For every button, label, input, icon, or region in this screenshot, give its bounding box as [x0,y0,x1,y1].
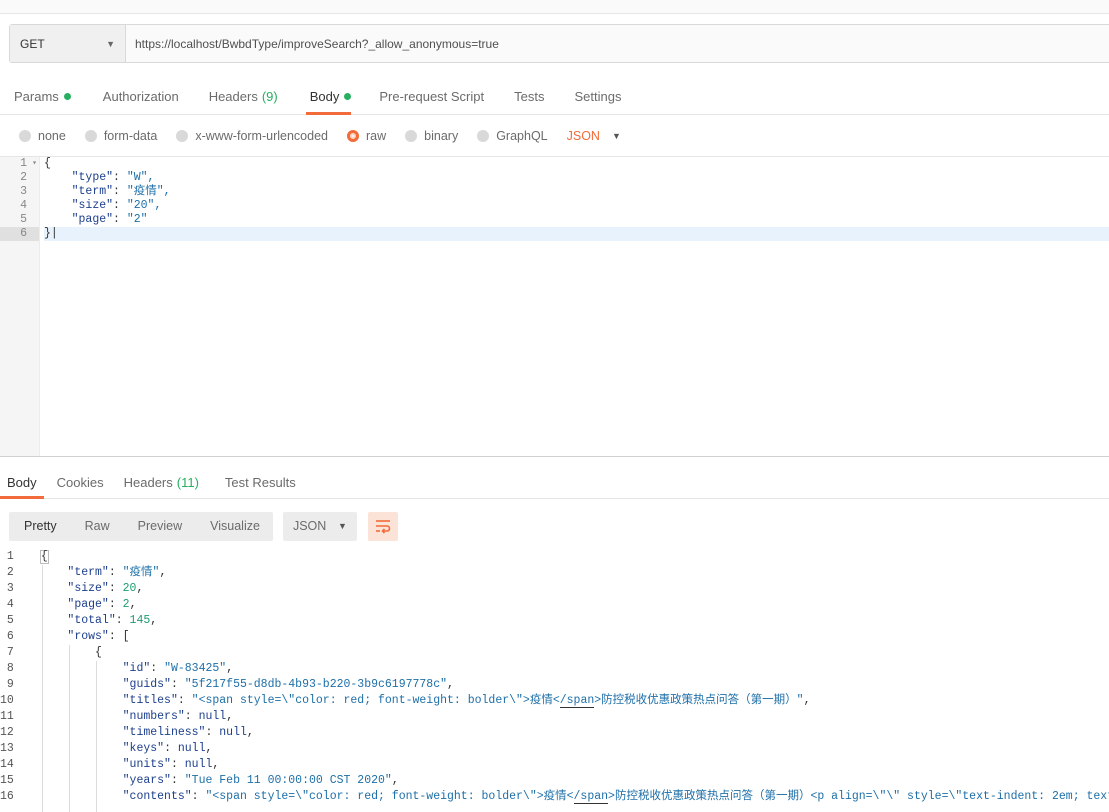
code-line: "contents": "<span style=\"color: red; f… [122,790,1109,804]
chevron-down-icon: ▼ [611,131,621,141]
response-headers-count: (11) [176,474,199,490]
view-raw-button[interactable]: Raw [70,512,123,541]
chevron-down-icon: ▼ [338,521,347,531]
line-number: 6 [0,227,39,241]
line-number: 2 [6,566,14,579]
line-number: 13 [0,742,14,755]
line-number: 14 [0,758,14,771]
code-line: "page": "2" [71,213,148,226]
code-line: "page": 2, [67,598,137,611]
line-number: 5 [6,614,14,627]
tab-tests[interactable]: Tests [498,78,558,114]
code-area: { "type": "W", "term": "疫情", "size": "20… [40,157,1109,456]
line-number: 2 [20,171,27,184]
method-select[interactable]: GET ▼ [10,25,126,62]
view-pretty-button[interactable]: Pretty [9,512,70,541]
wrap-lines-button[interactable] [367,511,398,541]
response-body-viewer[interactable]: 1 2 3 4 5 6 7 8 9 10 11 12 13 14 15 16 {… [0,549,1109,812]
radio-circle-icon [19,130,31,142]
line-number: 1 [6,550,14,563]
radio-circle-icon [405,130,418,142]
code-line: "size": "20", [71,199,162,212]
request-body-editor[interactable]: 1 2 3 4 5 6 { "type": "W", "term": "疫情",… [0,157,1109,457]
view-preview-button[interactable]: Preview [123,512,195,541]
radio-circle-icon [176,130,189,142]
radio-none[interactable]: none [19,129,66,143]
line-number: 3 [6,582,14,595]
response-tab-cookies[interactable]: Cookies [50,466,111,498]
line-gutter: 1 2 3 4 5 6 [0,157,40,456]
response-view-bar: Pretty Raw Preview Visualize JSON ▼ [9,511,398,541]
radio-raw[interactable]: raw [347,129,386,143]
response-tabs: Body Cookies Headers (11) Test Results [0,466,1109,499]
line-number: 9 [6,678,14,691]
code-line: { [44,157,51,170]
line-number: 3 [20,185,27,198]
code-line-current: }| [44,227,1109,241]
code-line: "keys": null, [122,742,213,755]
response-tab-test-results[interactable]: Test Results [218,466,303,498]
code-line: "total": 145, [67,614,158,627]
radio-graphql[interactable]: GraphQL [477,129,548,143]
body-type-selector: none form-data x-www-form-urlencoded raw… [0,116,1109,157]
response-tab-headers[interactable]: Headers (11) [117,466,206,498]
line-number: 15 [0,774,14,787]
code-line: "id": "W-83425", [122,662,234,675]
line-number: 11 [0,710,14,723]
headers-count: (9) [261,88,278,104]
matched-brace: { [39,550,49,564]
radio-selected-icon [347,130,359,142]
radio-circle-icon [84,130,97,142]
line-number: 10 [0,694,14,707]
code-line: "size": 20, [67,582,144,595]
line-number: 5 [20,213,27,226]
tab-pre-request-script[interactable]: Pre-request Script [365,78,498,114]
line-number: 4 [6,598,14,611]
request-tabs: Params Authorization Headers (9) Body Pre… [0,78,1109,115]
code-line: "numbers": null, [122,710,234,723]
radio-circle-icon [477,130,490,142]
line-number: 1 [0,157,39,171]
code-line: "titles": "<span style=\"color: red; fon… [122,694,811,708]
top-strip [0,0,1109,14]
code-line: "rows": [ [67,630,130,643]
tab-settings[interactable]: Settings [558,78,635,114]
line-number: 16 [0,790,14,803]
code-line: "term": "疫情", [67,566,167,579]
response-format-select[interactable]: JSON ▼ [282,511,357,541]
radio-x-www-form-urlencoded[interactable]: x-www-form-urlencoded [176,129,328,143]
response-code-area: { "term": "疫情", "size": 20, "page": 2, "… [32,549,1109,812]
tab-params[interactable]: Params [0,78,85,114]
code-line: "years": "Tue Feb 11 00:00:00 CST 2020", [122,774,399,787]
code-line: "timeliness": null, [122,726,254,739]
line-number: 6 [6,630,14,643]
method-label: GET [20,36,45,51]
code-line: "type": "W", [71,171,155,184]
url-input[interactable] [126,25,1109,62]
radio-binary[interactable]: binary [405,129,458,143]
line-number: 8 [6,662,14,675]
code-line: "units": null, [122,758,220,771]
code-line: { [95,646,102,659]
chevron-down-icon: ▼ [106,38,115,49]
line-number: 12 [0,726,14,739]
url-bar: GET ▼ [9,24,1109,63]
code-line: "guids": "5f217f55-d8db-4b93-b220-3b9c61… [122,678,454,691]
view-visualize-button[interactable]: Visualize [195,512,273,541]
code-line: "term": "疫情", [71,185,171,198]
body-language-select[interactable]: JSON ▼ [567,129,621,143]
response-tab-body[interactable]: Body [0,466,44,499]
code-line: { [39,549,1109,565]
active-dot-icon [344,92,352,100]
response-line-gutter: 1 2 3 4 5 6 7 8 9 10 11 12 13 14 15 16 [0,549,32,812]
line-number: 4 [20,199,27,212]
line-number: 7 [6,646,14,659]
tab-body[interactable]: Body [292,78,366,115]
radio-form-data[interactable]: form-data [84,129,157,143]
tab-headers[interactable]: Headers (9) [193,78,292,114]
active-dot-icon [63,92,71,100]
view-mode-segment: Pretty Raw Preview Visualize [9,511,273,541]
tab-authorization[interactable]: Authorization [85,78,193,114]
wrap-lines-icon [375,520,391,534]
